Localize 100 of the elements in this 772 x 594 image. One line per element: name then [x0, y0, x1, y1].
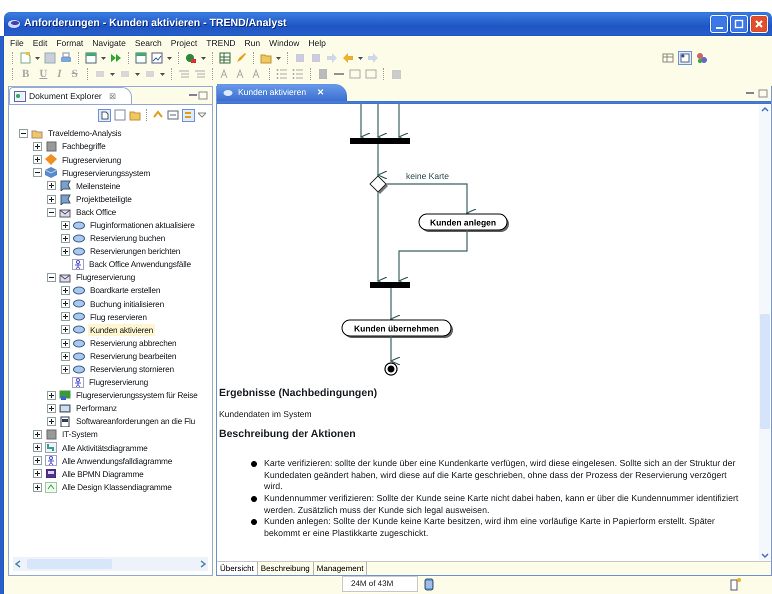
- window-icon[interactable]: [85, 52, 97, 64]
- scroll-left-icon[interactable]: [15, 560, 21, 568]
- menu-item[interactable]: Project: [170, 36, 198, 50]
- tree-item[interactable]: Performanz: [74, 402, 119, 415]
- maximize-icon[interactable]: [198, 90, 208, 100]
- expand-toggle[interactable]: [61, 364, 70, 374]
- menu-item[interactable]: Search: [134, 36, 162, 50]
- expand-toggle[interactable]: [33, 430, 42, 440]
- menu-item[interactable]: Navigate: [92, 36, 126, 50]
- scroll-down-icon[interactable]: [760, 551, 770, 561]
- new-file-icon[interactable]: [19, 52, 31, 64]
- tree-item[interactable]: Alle Aktivitätsdiagramme: [60, 442, 150, 454]
- expand-toggle[interactable]: [33, 456, 42, 466]
- horizontal-scrollbar[interactable]: [13, 557, 208, 571]
- expand-toggle[interactable]: [33, 155, 42, 164]
- tree-item[interactable]: Softwareanforderungen an die Flu: [74, 415, 198, 428]
- tree-item[interactable]: Flug reservieren: [88, 310, 149, 324]
- tree-item[interactable]: Alle Anwendungsfalldiagramme: [60, 454, 174, 468]
- expand-toggle[interactable]: [47, 390, 56, 400]
- expand-toggle[interactable]: [33, 469, 42, 478]
- expand-toggle[interactable]: [47, 181, 56, 190]
- scroll-thumb[interactable]: [760, 314, 770, 429]
- trash-icon[interactable]: [424, 577, 434, 591]
- expand-toggle[interactable]: [61, 325, 70, 334]
- document-view-icon[interactable]: [98, 108, 111, 122]
- close-button[interactable]: [750, 15, 768, 33]
- tree-item[interactable]: Reservierung stornieren: [88, 363, 176, 376]
- collapse-toggle[interactable]: [33, 168, 42, 178]
- expand-toggle[interactable]: [61, 299, 70, 308]
- tree-item[interactable]: Reservierung abbrechen: [88, 336, 178, 350]
- menu-item[interactable]: Window: [269, 36, 300, 50]
- tree-item[interactable]: Alle Design Klassendiagramme: [60, 480, 174, 494]
- tree-item[interactable]: Buchung initialisieren: [88, 298, 166, 310]
- expand-toggle[interactable]: [61, 220, 70, 230]
- collapse-icon[interactable]: [167, 109, 179, 121]
- menu-item[interactable]: Edit: [32, 36, 48, 50]
- expand-toggle[interactable]: [61, 246, 70, 256]
- page-icon[interactable]: [114, 109, 126, 121]
- expand-toggle[interactable]: [61, 312, 70, 322]
- tree-item[interactable]: Back Office Anwendungsfälle: [87, 258, 193, 271]
- view-menu-icon[interactable]: [198, 111, 206, 119]
- menu-item[interactable]: Run: [244, 36, 260, 50]
- tree-item[interactable]: Reservierung buchen: [88, 232, 168, 245]
- vertical-scrollbar[interactable]: [759, 104, 771, 561]
- tree-item[interactable]: Flugreservierungssystem für Reise: [74, 389, 200, 402]
- collapse-toggle[interactable]: [47, 273, 56, 282]
- minimize-button[interactable]: [710, 15, 728, 33]
- forward-icon[interactable]: [110, 52, 122, 64]
- tree-item[interactable]: Flugreservierungssystem: [60, 166, 152, 180]
- editor-tab[interactable]: Kunden aktivieren ✕: [217, 84, 348, 101]
- print-icon[interactable]: [60, 52, 72, 64]
- folder-icon[interactable]: [129, 109, 141, 121]
- people-icon[interactable]: [696, 52, 708, 64]
- maximize-icon[interactable]: [758, 88, 768, 98]
- folder-icon[interactable]: [260, 52, 272, 64]
- expand-toggle[interactable]: [33, 443, 42, 452]
- bpmn-icon: [45, 468, 57, 480]
- tree-item[interactable]: Meilensteine: [74, 180, 122, 192]
- table-icon[interactable]: [662, 52, 674, 64]
- collapse-toggle[interactable]: [47, 208, 56, 217]
- tree-item[interactable]: Flugreservierung: [74, 271, 138, 284]
- tree-item[interactable]: Alle BPMN Diagramme: [60, 468, 146, 480]
- maximize-button[interactable]: [730, 15, 748, 33]
- tree-item[interactable]: IT-System: [60, 428, 100, 441]
- tree-item[interactable]: Reservierung bearbeiten: [88, 350, 178, 362]
- collapse-toggle[interactable]: [19, 129, 28, 138]
- expand-toggle[interactable]: [61, 352, 70, 361]
- perspective-icon[interactable]: [678, 51, 692, 65]
- expand-toggle[interactable]: [47, 404, 56, 414]
- tree-item[interactable]: Flugreservierung: [60, 154, 124, 166]
- menu-item[interactable]: TREND: [206, 36, 236, 50]
- expand-toggle[interactable]: [33, 482, 42, 492]
- tree-item[interactable]: Fluginformationen aktualisiere: [88, 218, 197, 232]
- tree-item[interactable]: Flugreservierung: [87, 376, 150, 389]
- tab[interactable]: Übersicht: [217, 562, 258, 575]
- run-icon[interactable]: [185, 52, 197, 64]
- menu-item[interactable]: Format: [56, 36, 84, 50]
- expand-toggle[interactable]: [61, 286, 70, 296]
- expand-toggle[interactable]: [33, 142, 42, 152]
- window-icon[interactable]: [135, 52, 147, 64]
- tree-item[interactable]: Traveldemo-Analysis: [46, 127, 124, 140]
- scroll-right-icon[interactable]: [200, 560, 206, 568]
- tree-item[interactable]: Reservierungen berichten: [88, 245, 182, 258]
- tree-item[interactable]: Boardkarte erstellen: [88, 284, 162, 297]
- expand-toggle[interactable]: [61, 234, 70, 243]
- tree-item[interactable]: Back Office: [74, 206, 118, 218]
- expand-toggle[interactable]: [47, 194, 56, 204]
- menu-item[interactable]: File: [10, 36, 24, 50]
- tree-item[interactable]: Projektbeteiligte: [74, 192, 134, 206]
- scroll-up-icon[interactable]: [760, 104, 770, 114]
- sync-icon[interactable]: [182, 108, 195, 122]
- panel-tab[interactable]: Dokument Explorer ⊠: [9, 87, 132, 104]
- expand-toggle[interactable]: [61, 338, 70, 348]
- chart-window-icon[interactable]: [151, 52, 163, 64]
- grid-icon[interactable]: [219, 52, 231, 64]
- save-icon[interactable]: [44, 52, 56, 64]
- expand-toggle[interactable]: [47, 417, 56, 426]
- tree-item[interactable]: Fachbegriffe: [60, 140, 108, 153]
- tree-item[interactable]: Kunden aktivieren: [88, 324, 156, 336]
- menu-item[interactable]: Help: [308, 36, 326, 50]
